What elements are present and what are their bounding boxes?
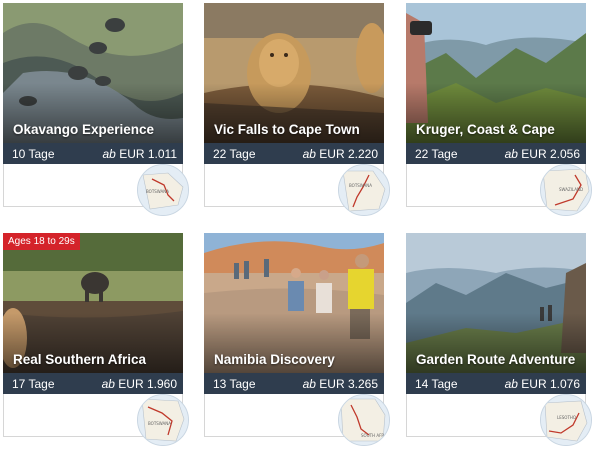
svg-text:BOTSWANA: BOTSWANA [148, 421, 171, 426]
elephants-aerial-photo: Okavango Experience [3, 3, 183, 143]
tour-card[interactable]: Okavango Experience 10 Tage ab EUR 1.011… [3, 3, 189, 216]
tour-info-bar: 13 Tage ab EUR 3.265 [204, 373, 384, 394]
tour-price: ab EUR 3.265 [302, 377, 378, 391]
tour-title[interactable]: Namibia Discovery [214, 352, 335, 367]
route-map-icon[interactable]: BOTSWANA [137, 164, 189, 216]
elephant-river-photo: Real Southern Africa [3, 233, 183, 373]
tour-price: ab EUR 1.011 [102, 147, 177, 161]
route-map-icon[interactable]: SOUTH AFR [338, 394, 390, 446]
tour-info-bar: 22 Tage ab EUR 2.056 [406, 143, 586, 164]
drakensberg-photo: Garden Route Adventure [406, 233, 586, 373]
dunes-hikers-photo: Namibia Discovery [204, 233, 384, 373]
tour-card[interactable]: Namibia Discovery 13 Tage ab EUR 3.265 S… [204, 233, 390, 446]
tour-title[interactable]: Okavango Experience [13, 122, 154, 137]
tour-duration: 17 Tage [12, 377, 55, 391]
age-badge: Ages 18 to 29s [3, 233, 80, 250]
tour-price: ab EUR 2.220 [302, 147, 378, 161]
tour-title[interactable]: Real Southern Africa [13, 352, 146, 367]
tour-duration: 10 Tage [12, 147, 55, 161]
tour-card[interactable]: Ages 18 to 29s Real Southern Africa 17 T… [3, 233, 189, 446]
svg-text:SWAZILAND: SWAZILAND [559, 187, 583, 192]
tour-price: ab EUR 1.960 [101, 377, 177, 391]
tour-title[interactable]: Kruger, Coast & Cape [416, 122, 555, 137]
svg-text:SOUTH AFR: SOUTH AFR [361, 433, 384, 438]
tour-card[interactable]: Vic Falls to Cape Town 22 Tage ab EUR 2.… [204, 3, 390, 216]
tour-title[interactable]: Garden Route Adventure [416, 352, 575, 367]
tour-duration: 22 Tage [415, 147, 458, 161]
tour-duration: 22 Tage [213, 147, 256, 161]
route-map-icon[interactable]: SWAZILAND [540, 164, 592, 216]
tour-price: ab EUR 1.076 [504, 377, 580, 391]
route-map-icon[interactable]: LESOTHO [540, 394, 592, 446]
svg-text:BOTSWANA: BOTSWANA [146, 189, 169, 194]
mountains-photo: Kruger, Coast & Cape [406, 3, 586, 143]
lions-photo: Vic Falls to Cape Town [204, 3, 384, 143]
tour-card[interactable]: Kruger, Coast & Cape 22 Tage ab EUR 2.05… [406, 3, 592, 216]
svg-text:BOTSWANA: BOTSWANA [349, 183, 372, 188]
tour-info-bar: 17 Tage ab EUR 1.960 [3, 373, 183, 394]
route-map-icon[interactable]: BOTSWANA [137, 394, 189, 446]
svg-text:LESOTHO: LESOTHO [557, 415, 576, 420]
route-map-icon[interactable]: BOTSWANA [338, 164, 390, 216]
tour-info-bar: 14 Tage ab EUR 1.076 [406, 373, 586, 394]
tour-duration: 13 Tage [213, 377, 256, 391]
tour-duration: 14 Tage [415, 377, 458, 391]
tour-card[interactable]: Garden Route Adventure 14 Tage ab EUR 1.… [406, 233, 592, 446]
tour-info-bar: 10 Tage ab EUR 1.011 [3, 143, 183, 164]
tour-title[interactable]: Vic Falls to Cape Town [214, 122, 360, 137]
tour-info-bar: 22 Tage ab EUR 2.220 [204, 143, 384, 164]
tour-price: ab EUR 2.056 [504, 147, 580, 161]
